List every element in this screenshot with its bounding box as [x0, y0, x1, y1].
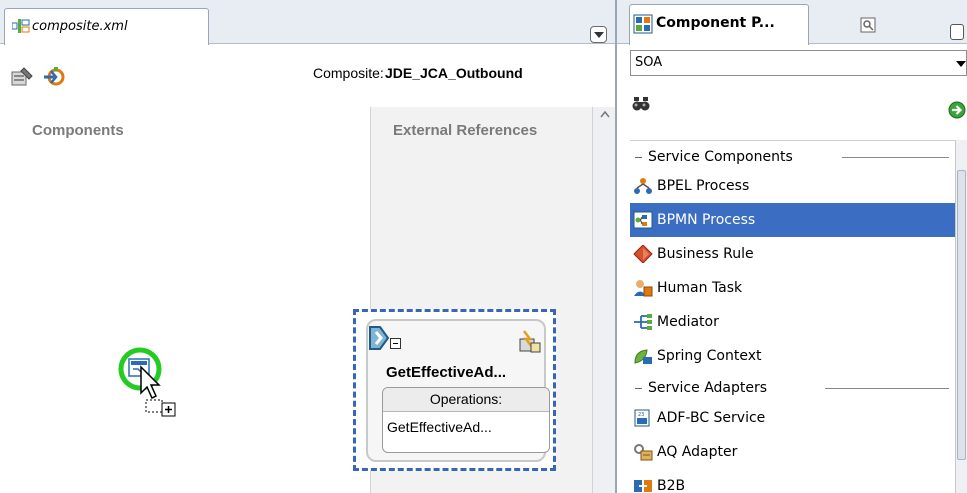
palette-item-mediator[interactable]: Mediator — [630, 305, 955, 339]
tab-label: composite.xml — [32, 19, 128, 34]
item-label: ADF-BC Service — [657, 410, 766, 426]
go-arrow-icon[interactable] — [948, 101, 966, 119]
bpel-process-icon — [634, 178, 652, 194]
palette-tab-label: Component P... — [656, 15, 775, 31]
section-service-components[interactable]: Service Components — [630, 144, 955, 172]
palette-item-aq-adapter[interactable]: AQ Adapter — [630, 435, 955, 469]
jca-adapter-icon — [519, 330, 541, 353]
palette-list: Service Components BPEL Process BPMN Pro… — [630, 140, 955, 493]
item-label: BPEL Process — [657, 178, 750, 194]
collapse-icon[interactable] — [390, 338, 401, 349]
external-reference-card[interactable]: GetEffectiveAd... Operations: GetEffecti… — [353, 309, 556, 471]
component-palette-icon — [633, 14, 653, 34]
components-heading: Components — [32, 122, 124, 139]
human-task-icon — [634, 280, 653, 297]
palette-item-bpel-process[interactable]: BPEL Process — [630, 169, 955, 203]
section-collapse-dash — [635, 157, 642, 158]
reference-component[interactable]: GetEffectiveAd... Operations: GetEffecti… — [366, 319, 550, 462]
b2b-icon — [634, 480, 652, 492]
palette-search-input[interactable] — [657, 90, 941, 126]
editor-toolbar: Composite: JDE_JCA_Outbound — [0, 45, 615, 107]
section-divider — [825, 388, 949, 389]
item-label: AQ Adapter — [657, 444, 738, 460]
palette-category-select[interactable]: SOA — [630, 50, 967, 76]
canvas-vertical-scrollbar[interactable] — [592, 107, 615, 493]
business-rule-icon — [633, 245, 653, 263]
section-label: Service Components — [648, 149, 799, 165]
operations-box: Operations: GetEffectiveAd... — [382, 387, 550, 453]
scroll-up-icon[interactable] — [600, 110, 610, 118]
item-label: B2B — [657, 478, 686, 493]
component-palette: Component P... SOA Service Components BP… — [615, 0, 967, 493]
palette-search-row — [630, 90, 967, 128]
palette-tabbar: Component P... — [617, 0, 967, 45]
item-label: BPMN Process — [657, 212, 756, 228]
tab-composite-xml[interactable]: composite.xml — [4, 8, 209, 45]
composite-editor: composite.xml Composite: JDE_JCA_Outboun… — [0, 0, 615, 493]
composite-file-icon — [12, 19, 30, 33]
section-label: Service Adapters — [648, 380, 774, 396]
chevron-down-icon — [956, 61, 966, 67]
palette-item-spring-context[interactable]: Spring Context — [630, 339, 955, 373]
editor-tabbar: composite.xml — [0, 0, 615, 45]
reference-title: GetEffectiveAd... — [386, 364, 507, 381]
selected-category: SOA — [635, 55, 663, 70]
spring-context-icon — [634, 349, 652, 364]
composite-canvas[interactable]: Components External References GetEffect… — [0, 107, 615, 493]
section-service-adapters[interactable]: Service Adapters — [630, 375, 955, 403]
item-label: Business Rule — [657, 246, 754, 262]
bpmn-process-icon — [633, 211, 653, 229]
service-interface-arrow-icon[interactable] — [368, 325, 390, 351]
svg-text:23: 23 — [638, 412, 644, 418]
palette-item-adf-bc-service[interactable]: 23 ADF-BC Service — [630, 401, 955, 435]
item-label: Spring Context — [657, 348, 762, 364]
aq-adapter-icon — [634, 444, 653, 461]
section-collapse-dash — [635, 388, 642, 389]
properties-icon[interactable] — [11, 67, 33, 87]
composite-name: JDE_JCA_Outbound — [385, 65, 523, 81]
tab-component-palette[interactable]: Component P... — [629, 4, 809, 45]
palette-item-human-task[interactable]: Human Task — [630, 271, 955, 305]
item-label: Human Task — [657, 280, 743, 296]
test-composite-icon[interactable] — [42, 65, 68, 89]
item-label: Mediator — [657, 314, 719, 330]
scroll-thumb[interactable] — [957, 170, 966, 460]
adf-bc-service-icon: 23 — [634, 409, 650, 427]
mediator-icon — [634, 314, 652, 330]
palette-vertical-scrollbar[interactable] — [955, 140, 967, 493]
composite-label: Composite: — [313, 65, 384, 81]
external-references-heading: External References — [393, 122, 538, 139]
binoculars-icon — [632, 97, 650, 111]
drag-drop-cursor-icon — [118, 347, 176, 417]
minimize-button[interactable] — [950, 24, 964, 40]
resource-palette-icon[interactable] — [860, 17, 876, 33]
palette-item-b2b[interactable]: B2B — [630, 469, 955, 493]
palette-item-bpmn-process[interactable]: BPMN Process — [630, 203, 955, 237]
section-divider — [842, 157, 949, 158]
palette-item-business-rule[interactable]: Business Rule — [630, 237, 955, 271]
operations-header: Operations: — [383, 388, 549, 412]
operation-item[interactable]: GetEffectiveAd... — [383, 412, 549, 442]
components-swimlane[interactable]: Components — [0, 107, 370, 493]
chevron-down-icon — [594, 32, 604, 38]
editor-tab-list-button[interactable] — [590, 26, 607, 43]
